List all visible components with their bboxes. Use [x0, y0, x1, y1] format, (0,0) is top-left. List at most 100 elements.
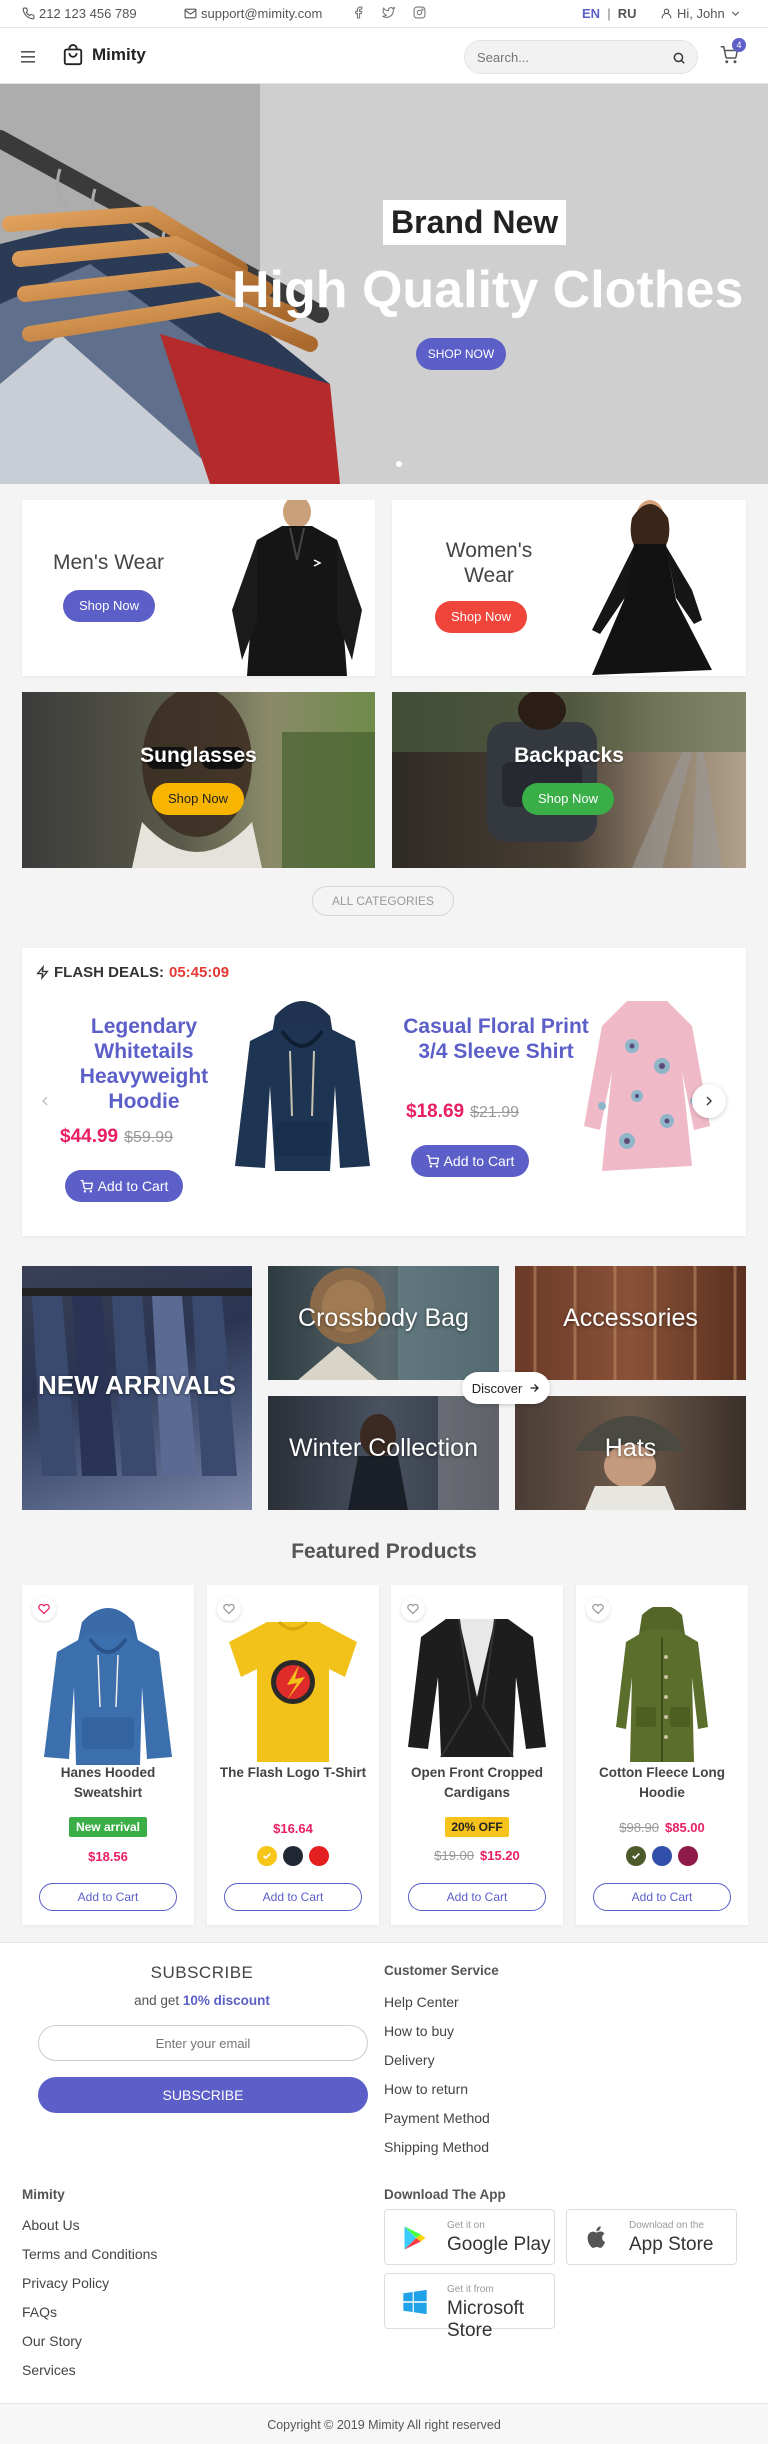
- wishlist-button[interactable]: [217, 1597, 241, 1621]
- instagram-icon: [413, 6, 426, 19]
- microsoft-store-small: Get it from: [447, 2284, 494, 2295]
- google-play-button[interactable]: Get it on Google Play: [384, 2209, 555, 2265]
- crossbody-bag-tile[interactable]: Crossbody Bag: [268, 1266, 499, 1380]
- copyright-text: Copyright © 2019 Mimity All right reserv…: [267, 2418, 501, 2432]
- black-cardigan-image: [408, 1618, 546, 1758]
- app-store-button[interactable]: Download on the App Store: [566, 2209, 737, 2265]
- all-categories-button[interactable]: ALL CATEGORIES: [312, 886, 454, 916]
- footer-link-shipping-method[interactable]: Shipping Method: [384, 2139, 489, 2155]
- menu-button[interactable]: [21, 50, 35, 66]
- hats-tile[interactable]: Hats: [515, 1396, 746, 1510]
- mens-shop-now-button[interactable]: Shop Now: [63, 590, 155, 622]
- footer-link-faqs[interactable]: FAQs: [22, 2304, 57, 2320]
- color-swatch[interactable]: [652, 1846, 672, 1866]
- deal-price: $18.69: [406, 1101, 465, 1122]
- main-header: Mimity 4: [0, 28, 768, 84]
- microsoft-store-button[interactable]: Get it from Microsoft Store: [384, 2273, 555, 2341]
- facebook-icon: [355, 6, 363, 19]
- add-to-cart-button[interactable]: Add to Cart: [39, 1883, 177, 1911]
- product-price: $85.00: [665, 1820, 705, 1835]
- discover-button[interactable]: Discover: [462, 1372, 550, 1404]
- deal-add-to-cart-button[interactable]: Add to Cart: [65, 1170, 183, 1202]
- twitter-link[interactable]: [382, 6, 395, 19]
- lang-ru[interactable]: RU: [618, 6, 637, 21]
- product-name[interactable]: The Flash Logo T-Shirt: [215, 1763, 371, 1783]
- sunglasses-shop-now-button[interactable]: Shop Now: [152, 783, 244, 815]
- color-swatch-selected[interactable]: [626, 1846, 646, 1866]
- womens-wear-card[interactable]: Women's Wear Shop Now: [392, 500, 746, 676]
- product-name[interactable]: Hanes Hooded Sweatshirt: [30, 1763, 186, 1803]
- footer-link-services[interactable]: Services: [22, 2362, 76, 2378]
- phone-icon: [22, 7, 35, 20]
- search-box: [464, 40, 698, 74]
- color-swatch[interactable]: [283, 1846, 303, 1866]
- instagram-link[interactable]: [413, 6, 426, 19]
- brand-logo[interactable]: Mimity: [62, 44, 146, 66]
- hero-tag: Brand New: [383, 200, 567, 245]
- google-play-small: Get it on: [447, 2220, 485, 2231]
- footer-link-help-center[interactable]: Help Center: [384, 1994, 459, 2010]
- footer-link-how-to-buy[interactable]: How to buy: [384, 2023, 454, 2039]
- subscribe-email-input[interactable]: [38, 2025, 368, 2061]
- add-to-cart-button[interactable]: Add to Cart: [224, 1883, 362, 1911]
- subscribe-button[interactable]: SUBSCRIBE: [38, 2077, 368, 2113]
- search-icon[interactable]: [672, 51, 686, 65]
- deal-name[interactable]: Legendary Whitetails Heavyweight Hoodie: [54, 1014, 234, 1114]
- user-menu[interactable]: Hi, John: [660, 6, 742, 21]
- flash-deals-label: FLASH DEALS:: [54, 964, 164, 981]
- hero-shop-now-button[interactable]: SHOP NOW: [416, 338, 506, 370]
- carousel-next-button[interactable]: [692, 1084, 726, 1118]
- footer-link-privacy[interactable]: Privacy Policy: [22, 2275, 109, 2291]
- lang-en[interactable]: EN: [582, 6, 600, 21]
- phone-link[interactable]: 212 123 456 789: [22, 6, 137, 21]
- accessories-title: Accessories: [563, 1304, 698, 1332]
- facebook-link[interactable]: [352, 6, 365, 19]
- accessories-tile[interactable]: Accessories: [515, 1266, 746, 1380]
- backpacks-card[interactable]: Backpacks Shop Now: [392, 692, 746, 868]
- google-play-icon: [404, 2226, 426, 2250]
- wishlist-button[interactable]: [586, 1597, 610, 1621]
- winter-collection-tile[interactable]: Winter Collection: [268, 1396, 499, 1510]
- new-arrivals-tile[interactable]: NEW ARRIVALS: [22, 1266, 252, 1510]
- featured-products-title: Featured Products: [291, 1540, 477, 1563]
- site-footer: SUBSCRIBE and get 10% discount SUBSCRIBE…: [0, 1942, 768, 2444]
- wishlist-button[interactable]: [32, 1597, 56, 1621]
- product-card[interactable]: Hanes Hooded Sweatshirt New arrival $18.…: [22, 1585, 194, 1925]
- product-name[interactable]: Cotton Fleece Long Hoodie: [584, 1763, 740, 1803]
- hero-title: High Quality Clothes: [232, 261, 744, 319]
- mens-sweater-image: [232, 500, 362, 676]
- sunglasses-card[interactable]: Sunglasses Shop Now: [22, 692, 375, 868]
- chevron-down-icon: [731, 11, 739, 16]
- footer-link-delivery[interactable]: Delivery: [384, 2052, 435, 2068]
- deal-add-to-cart-button[interactable]: Add to Cart: [411, 1145, 529, 1177]
- footer-link-payment-method[interactable]: Payment Method: [384, 2110, 490, 2126]
- search-input[interactable]: [465, 41, 655, 73]
- mens-wear-card[interactable]: Men's Wear Shop Now: [22, 500, 375, 676]
- product-card[interactable]: Open Front Cropped Cardigans 20% OFF $19…: [391, 1585, 563, 1925]
- product-image: [217, 1607, 369, 1767]
- add-to-cart-button[interactable]: Add to Cart: [593, 1883, 731, 1911]
- product-name[interactable]: Open Front Cropped Cardigans: [399, 1763, 555, 1803]
- cart-button[interactable]: 4: [720, 38, 746, 67]
- footer-link-how-to-return[interactable]: How to return: [384, 2081, 468, 2097]
- footer-link-about-us[interactable]: About Us: [22, 2217, 80, 2233]
- email-link[interactable]: support@mimity.com: [184, 6, 322, 21]
- discount-badge: 20% OFF: [445, 1817, 509, 1837]
- email-text: support@mimity.com: [201, 6, 323, 21]
- backpacks-shop-now-button[interactable]: Shop Now: [522, 783, 614, 815]
- heart-icon: [592, 1603, 604, 1615]
- subscribe-title: SUBSCRIBE: [150, 1963, 254, 1982]
- product-card[interactable]: Cotton Fleece Long Hoodie $98.90 $85.00 A…: [576, 1585, 748, 1925]
- color-swatch-selected[interactable]: [257, 1846, 277, 1866]
- color-swatch[interactable]: [309, 1846, 329, 1866]
- footer-link-our-story[interactable]: Our Story: [22, 2333, 82, 2349]
- add-to-cart-button[interactable]: Add to Cart: [408, 1883, 546, 1911]
- color-swatch[interactable]: [678, 1846, 698, 1866]
- deal-name[interactable]: Casual Floral Print 3/4 Sleeve Shirt: [396, 1014, 596, 1064]
- wishlist-button[interactable]: [401, 1597, 425, 1621]
- deal-old-price: $21.99: [470, 1104, 520, 1121]
- product-card[interactable]: The Flash Logo T-Shirt $16.64 Add to Car…: [207, 1585, 379, 1925]
- new-arrivals-title: NEW ARRIVALS: [38, 1370, 236, 1400]
- womens-shop-now-button[interactable]: Shop Now: [435, 601, 527, 633]
- footer-link-terms[interactable]: Terms and Conditions: [22, 2246, 157, 2262]
